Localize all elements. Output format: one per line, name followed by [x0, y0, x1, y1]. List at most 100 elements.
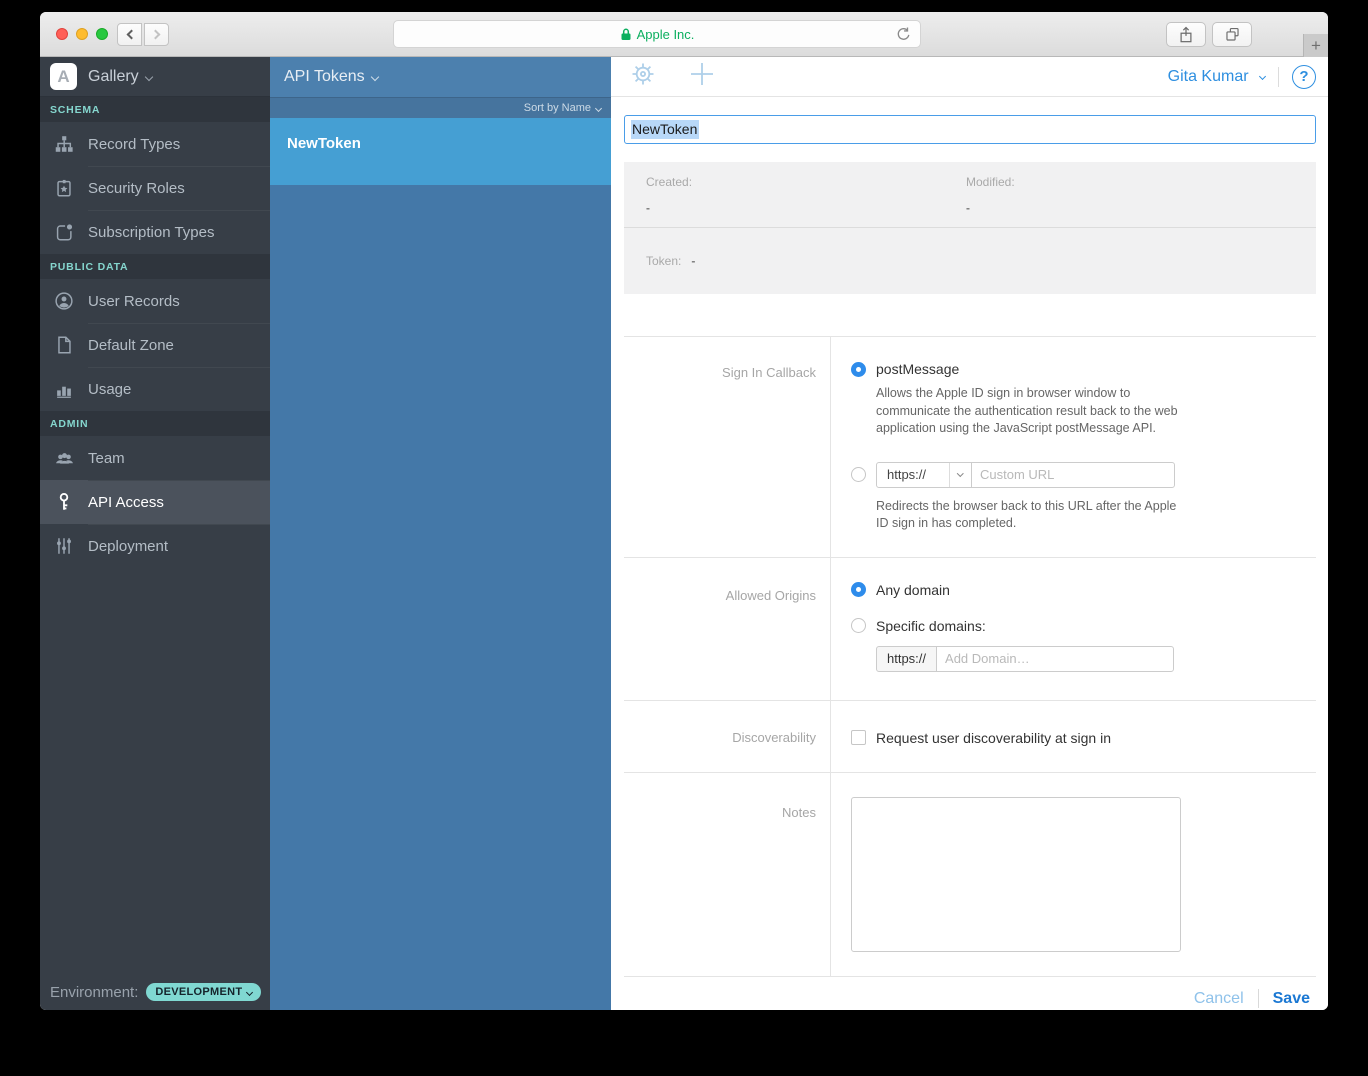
- token-form: Sign In Callback postMessage Allows the …: [624, 336, 1316, 977]
- share-icon: [1178, 26, 1194, 44]
- sidebar-item-api-access[interactable]: API Access: [40, 480, 270, 524]
- sidebar-item-deployment[interactable]: Deployment: [40, 524, 270, 568]
- token-list-item[interactable]: NewToken: [270, 118, 611, 185]
- plus-glyph: +: [1311, 36, 1321, 56]
- discoverability-checkbox[interactable]: [851, 730, 866, 745]
- token-list-title: API Tokens: [284, 68, 365, 86]
- toolbar-buttons: [1166, 22, 1252, 47]
- back-button[interactable]: [117, 23, 142, 46]
- custom-url-radio[interactable]: [851, 467, 866, 482]
- browser-window: Apple Inc. + A Gallery SCHEMA: [40, 12, 1328, 1010]
- detail-toolbar: Gita Kumar ?: [611, 57, 1328, 97]
- close-window-button[interactable]: [56, 28, 68, 40]
- sidebar-item-record-types[interactable]: Record Types: [40, 122, 270, 166]
- token-name-input[interactable]: NewToken: [624, 115, 1316, 144]
- token-name: NewToken: [287, 135, 361, 152]
- address-bar[interactable]: Apple Inc.: [393, 20, 921, 48]
- discoverability-label: Discoverability: [624, 701, 831, 772]
- sidebar-item-security-roles[interactable]: Security Roles: [40, 166, 270, 210]
- token-list-panel: API Tokens Sort by Name NewToken: [270, 57, 611, 1010]
- forward-button[interactable]: [144, 23, 169, 46]
- sidebar: A Gallery SCHEMA Record Types Security R…: [40, 57, 270, 1010]
- divider: [1278, 67, 1279, 87]
- new-tab-button[interactable]: +: [1303, 34, 1328, 57]
- zoom-window-button[interactable]: [96, 28, 108, 40]
- sidebar-item-label: User Records: [88, 293, 180, 310]
- add-domain-input[interactable]: [936, 646, 1174, 672]
- record-types-icon: [52, 132, 76, 156]
- notes-label: Notes: [624, 773, 831, 976]
- modified-value: -: [966, 201, 1286, 215]
- user-menu[interactable]: Gita Kumar: [1168, 68, 1265, 86]
- reload-button[interactable]: [895, 26, 912, 48]
- environment-label: Environment:: [50, 984, 138, 1001]
- custom-url-input[interactable]: [971, 462, 1175, 488]
- domain-scheme-prefix: https://: [876, 646, 937, 672]
- sidebar-group-admin: ADMIN: [40, 411, 270, 436]
- cancel-button[interactable]: Cancel: [1194, 990, 1244, 1008]
- sidebar-item-label: Subscription Types: [88, 224, 214, 241]
- sidebar-item-label: API Access: [88, 494, 164, 511]
- sidebar-item-default-zone[interactable]: Default Zone: [40, 323, 270, 367]
- app-title: Gallery: [88, 68, 139, 86]
- sidebar-item-label: Deployment: [88, 538, 168, 555]
- help-button[interactable]: ?: [1292, 65, 1316, 89]
- nav-buttons: [117, 23, 169, 46]
- notes-textarea[interactable]: [851, 797, 1181, 952]
- post-message-radio[interactable]: [851, 362, 866, 377]
- modified-label: Modified:: [966, 175, 1286, 189]
- chevron-left-icon: [126, 30, 136, 40]
- gear-icon: [631, 62, 655, 86]
- user-records-icon: [52, 289, 76, 313]
- notes-section: Notes: [624, 773, 1316, 977]
- sort-control[interactable]: Sort by Name: [270, 97, 611, 118]
- token-label: Token:: [646, 254, 681, 268]
- sidebar-item-usage[interactable]: Usage: [40, 367, 270, 411]
- token-meta-panel: Created: - Modified: - Token: -: [624, 162, 1316, 294]
- any-domain-radio[interactable]: [851, 582, 866, 597]
- add-token-button[interactable]: [689, 61, 715, 92]
- selected-text: NewToken: [631, 120, 699, 139]
- chevron-down-icon: [949, 463, 971, 487]
- environment-selector[interactable]: DEVELOPMENT: [146, 983, 261, 1001]
- divider: [1258, 989, 1259, 1008]
- environment-bar: Environment: DEVELOPMENT: [40, 974, 270, 1010]
- user-name: Gita Kumar: [1168, 68, 1249, 85]
- chevron-down-icon: [1259, 72, 1266, 79]
- default-zone-icon: [52, 333, 76, 357]
- token-value: -: [691, 254, 695, 268]
- sidebar-item-label: Security Roles: [88, 180, 185, 197]
- reload-icon: [895, 26, 912, 43]
- app-icon: A: [50, 63, 77, 90]
- sidebar-item-user-records[interactable]: User Records: [40, 279, 270, 323]
- tabs-button[interactable]: [1212, 22, 1252, 47]
- sidebar-item-team[interactable]: Team: [40, 436, 270, 480]
- sliders-icon: [52, 534, 76, 558]
- save-button[interactable]: Save: [1273, 990, 1310, 1008]
- scheme-select[interactable]: https://: [876, 462, 972, 488]
- token-list-title-dropdown[interactable]: API Tokens: [270, 57, 611, 97]
- settings-button[interactable]: [631, 62, 655, 91]
- sidebar-group-public-data: PUBLIC DATA: [40, 254, 270, 279]
- discoverability-section: Discoverability Request user discoverabi…: [624, 701, 1316, 773]
- allowed-origins-section: Allowed Origins Any domain Specific doma…: [624, 558, 1316, 701]
- specific-domains-radio[interactable]: [851, 618, 866, 633]
- question-mark-icon: ?: [1299, 68, 1308, 85]
- post-message-description: Allows the Apple ID sign in browser wind…: [876, 385, 1191, 438]
- window-controls: [56, 28, 108, 40]
- scheme-value: https://: [877, 467, 949, 482]
- post-message-label: postMessage: [876, 361, 959, 377]
- chevron-right-icon: [150, 30, 160, 40]
- share-button[interactable]: [1166, 22, 1206, 47]
- minimize-window-button[interactable]: [76, 28, 88, 40]
- created-label: Created:: [646, 175, 966, 189]
- sidebar-item-label: Default Zone: [88, 337, 174, 354]
- sidebar-item-subscription-types[interactable]: Subscription Types: [40, 210, 270, 254]
- custom-url-description: Redirects the browser back to this URL a…: [876, 498, 1191, 533]
- sidebar-item-label: Usage: [88, 381, 131, 398]
- app-switcher[interactable]: A Gallery: [40, 57, 270, 97]
- chevron-down-icon: [370, 73, 378, 81]
- security-roles-icon: [52, 176, 76, 200]
- lock-icon: [620, 28, 632, 41]
- plus-icon: [689, 61, 715, 87]
